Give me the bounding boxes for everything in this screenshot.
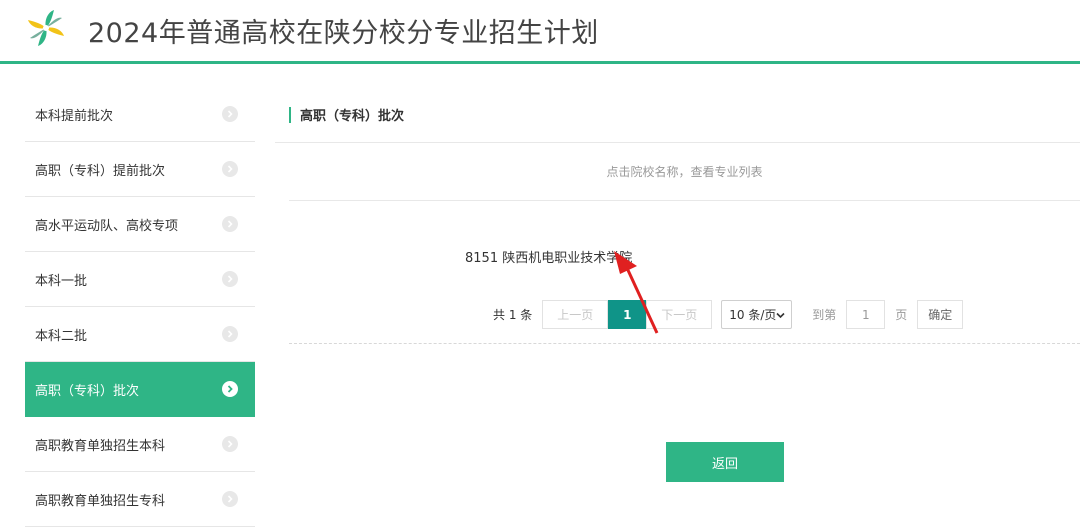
school-link[interactable]: 8151 陕西机电职业技术学院 <box>465 247 632 266</box>
page-size-select[interactable]: 10 条/页 <box>721 300 793 329</box>
sidebar-item-label: 高职（专科）批次 <box>35 383 140 399</box>
sidebar-item-label: 高水平运动队、高校专项 <box>35 218 179 234</box>
chevron-right-icon <box>222 161 238 177</box>
chevron-right-icon <box>222 271 238 287</box>
sidebar-item-label: 高职教育单独招生专科 <box>35 493 166 509</box>
hint-text: 点击院校名称，查看专业列表 <box>289 143 1080 201</box>
page-title: 2024年普通高校在陕分校分专业招生计划 <box>88 18 599 49</box>
sidebar-item-vocational-early[interactable]: 高职（专科）提前批次 <box>25 142 255 197</box>
sidebar-item-undergrad-second[interactable]: 本科二批 <box>25 307 255 362</box>
divider <box>289 343 1080 344</box>
goto-page-input[interactable]: 1 <box>846 300 886 329</box>
chevron-right-icon <box>222 106 238 122</box>
section-header: 高职（专科）批次 <box>275 87 1080 143</box>
chevron-down-icon <box>776 312 785 319</box>
section-title: 高职（专科）批次 <box>300 109 405 124</box>
chevron-right-icon <box>222 216 238 232</box>
sidebar-item-label: 高职教育单独招生本科 <box>35 438 166 454</box>
next-page-button[interactable]: 下一页 <box>646 300 713 329</box>
goto-confirm-button[interactable]: 确定 <box>917 300 964 329</box>
sidebar-item-undergrad-first[interactable]: 本科一批 <box>25 252 255 307</box>
pagination-total: 共 1 条 <box>493 308 533 322</box>
chevron-right-icon <box>222 436 238 452</box>
chevron-right-icon <box>222 491 238 507</box>
pagination: 共 1 条 上一页 1 下一页 10 条/页 到第 1 页 确定 <box>493 300 964 329</box>
goto-label: 到第 <box>812 308 837 322</box>
sidebar-item-label: 本科一批 <box>35 273 88 289</box>
sidebar: 本科提前批次 高职（专科）提前批次 高水平运动队、高校专项 本科一批 本科二批 … <box>25 87 255 527</box>
page-number-button[interactable]: 1 <box>608 300 647 329</box>
page-unit-label: 页 <box>895 308 908 322</box>
section-accent-bar <box>289 106 291 123</box>
sidebar-item-label: 高职（专科）提前批次 <box>35 163 166 179</box>
back-button[interactable]: 返回 <box>666 442 784 482</box>
sidebar-item-vocational-single-specialist[interactable]: 高职教育单独招生专科 <box>25 472 255 527</box>
pinwheel-logo-icon <box>28 10 64 46</box>
sidebar-item-vocational-single-undergrad[interactable]: 高职教育单独招生本科 <box>25 417 255 472</box>
sidebar-item-vocational[interactable]: 高职（专科）批次 <box>25 362 255 417</box>
main-panel: 高职（专科）批次 点击院校名称，查看专业列表 8151 陕西机电职业技术学院 共… <box>275 87 1080 531</box>
sidebar-item-sports-special[interactable]: 高水平运动队、高校专项 <box>25 197 255 252</box>
sidebar-item-undergrad-early[interactable]: 本科提前批次 <box>25 87 255 142</box>
page-size-value: 10 条/页 <box>729 308 777 322</box>
sidebar-item-label: 本科提前批次 <box>35 108 114 124</box>
chevron-right-icon <box>222 326 238 342</box>
sidebar-item-label: 本科二批 <box>35 328 88 344</box>
chevron-right-icon <box>222 381 238 397</box>
prev-page-button[interactable]: 上一页 <box>542 300 609 329</box>
page-header: 2024年普通高校在陕分校分专业招生计划 <box>0 0 1080 64</box>
